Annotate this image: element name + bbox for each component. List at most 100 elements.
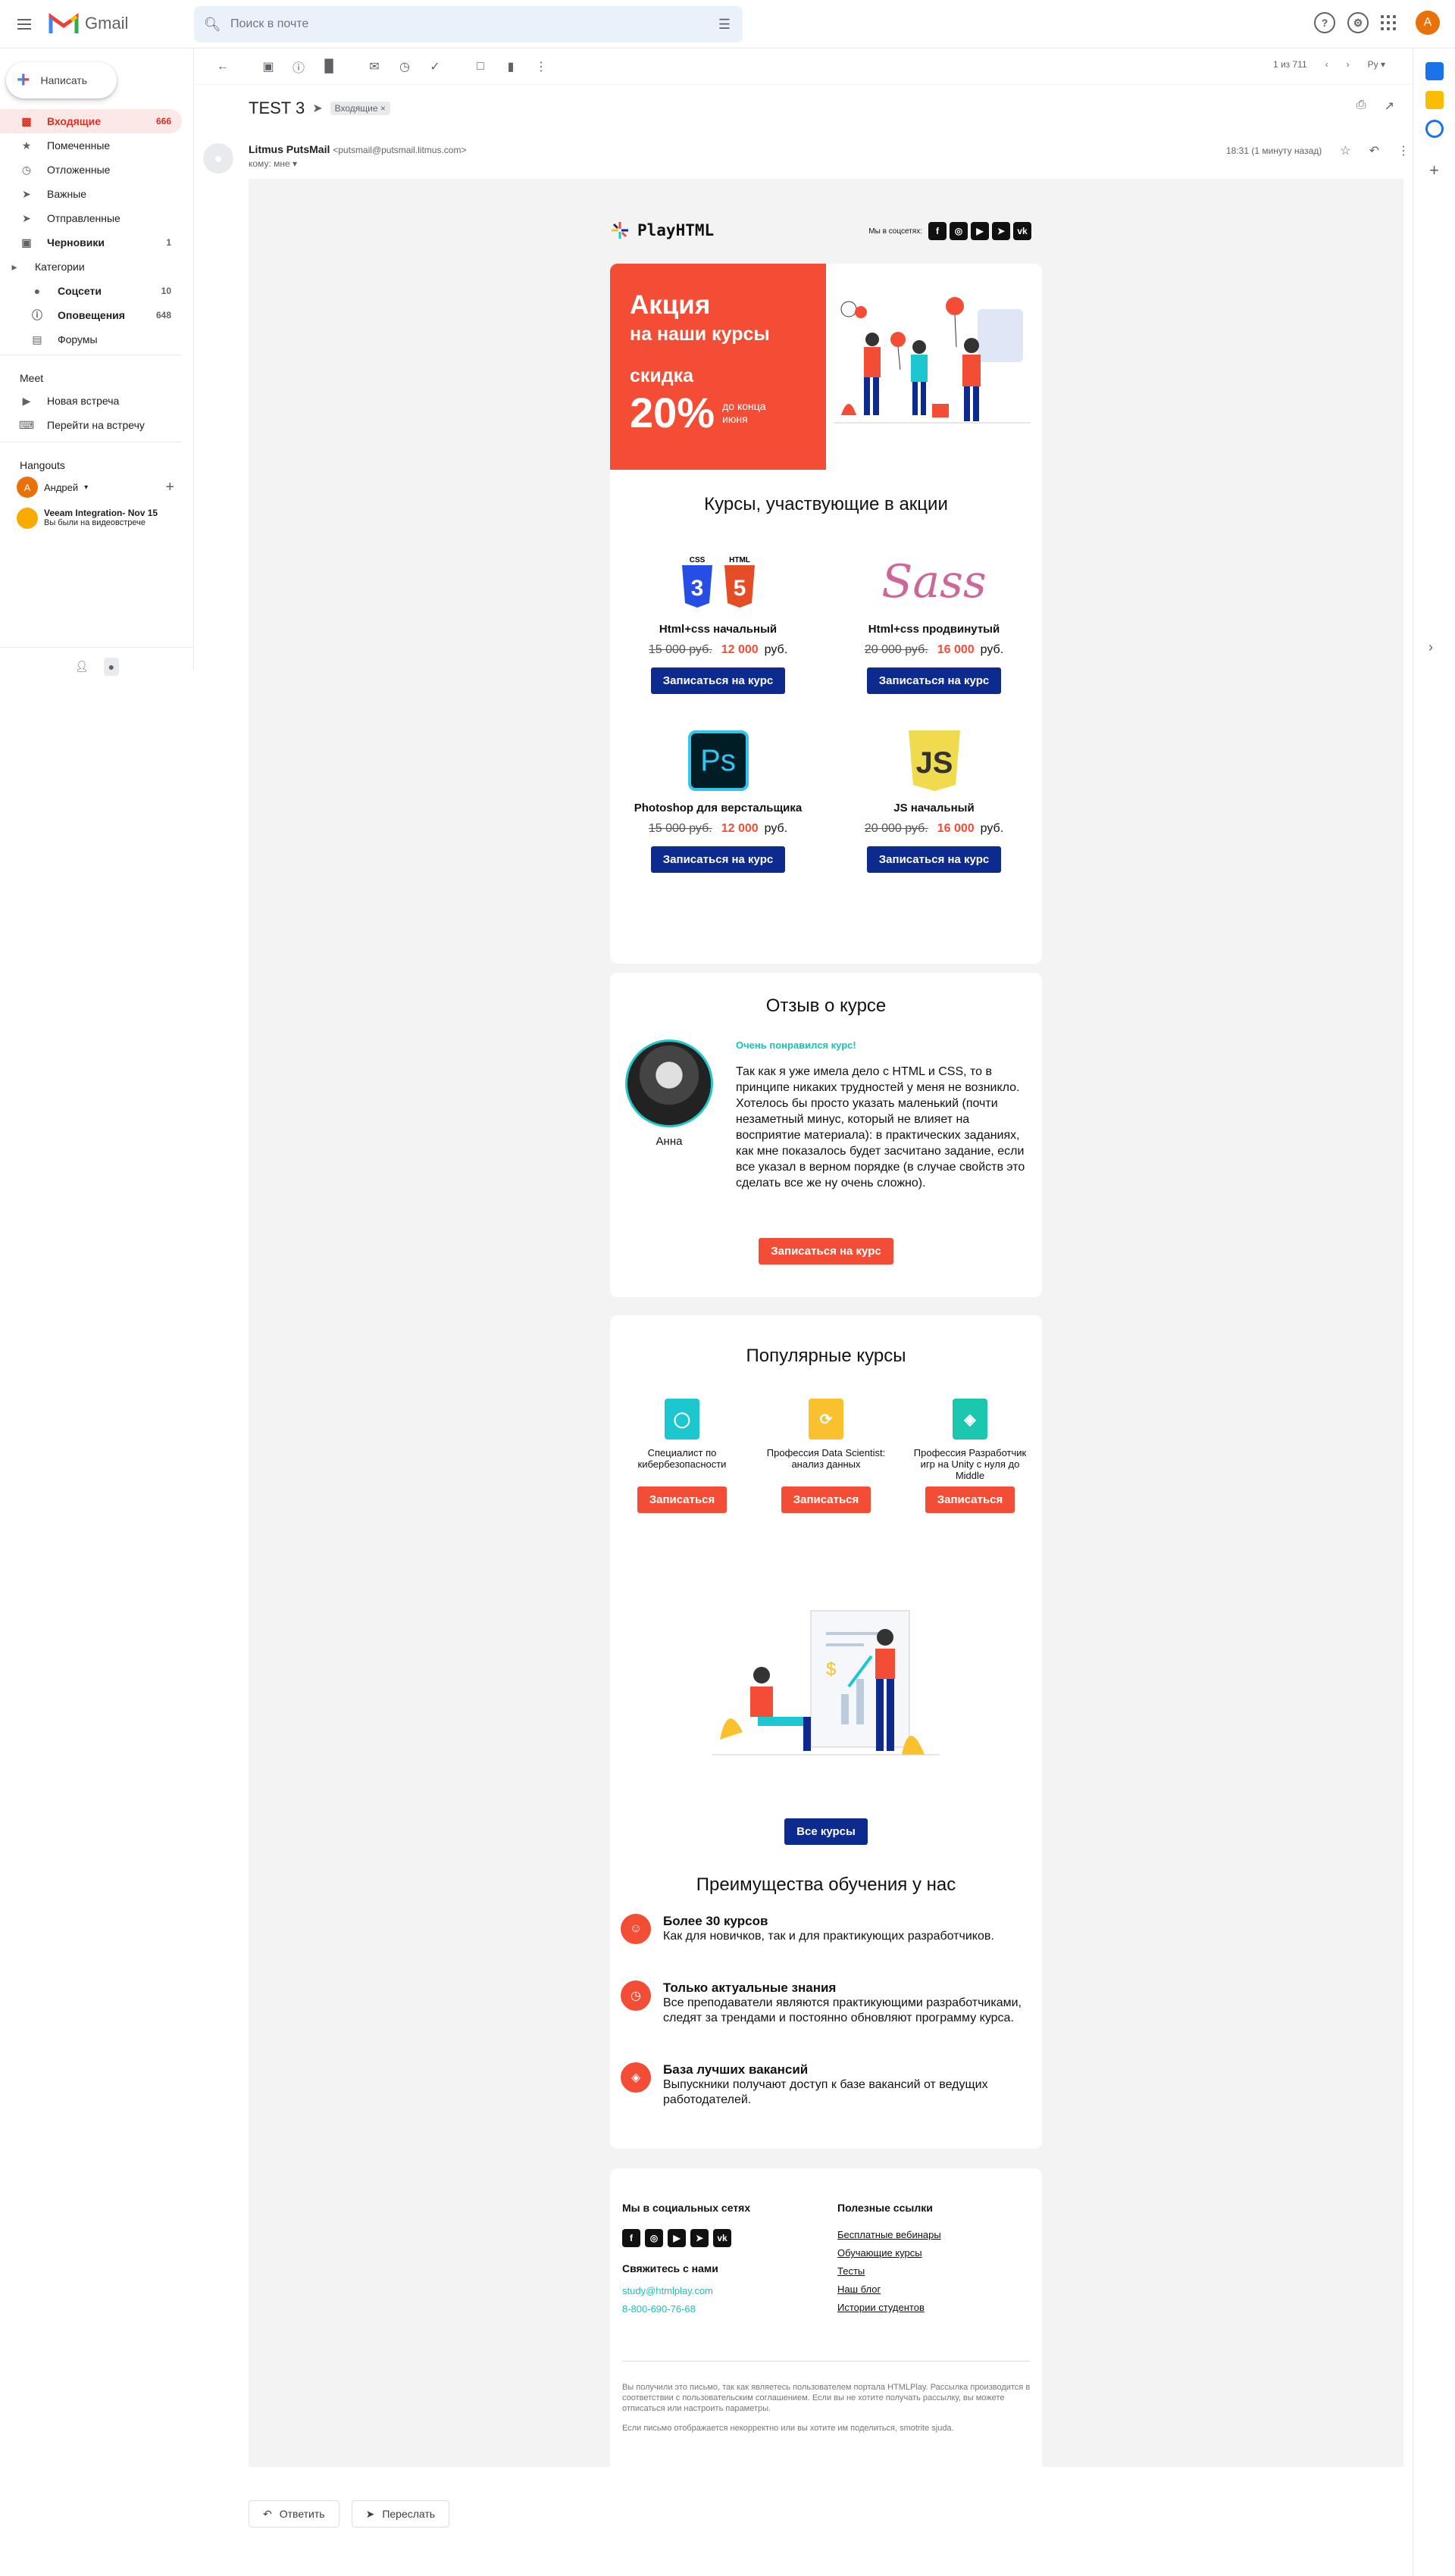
delete-icon[interactable]: █	[314, 52, 344, 82]
open-new-window-icon[interactable]: ↗	[1385, 98, 1394, 114]
footer-link-tests[interactable]: Тесты	[837, 2262, 941, 2281]
footer-link-stories[interactable]: Истории студентов	[837, 2299, 941, 2317]
folder-updates[interactable]: ⓘ Оповещения 648	[0, 303, 182, 327]
enroll-course-button[interactable]: Записаться на курс	[866, 846, 1002, 873]
footer-link-webinars[interactable]: Бесплатные вебинары	[837, 2226, 941, 2244]
keep-icon[interactable]	[1425, 91, 1444, 109]
folder-starred[interactable]: ★ Помеченные	[0, 133, 182, 158]
folder-important[interactable]: ➤ Важные	[0, 182, 182, 206]
popular-enroll-button[interactable]: Записаться	[781, 1487, 871, 1513]
archive-icon[interactable]: ▣	[253, 52, 283, 82]
folder-social[interactable]: ● Соцсети 10	[0, 279, 182, 303]
folder-label: Важные	[47, 188, 87, 200]
review-enroll-button[interactable]: Записаться на курс	[759, 1238, 893, 1265]
compose-button[interactable]: + Написать	[6, 62, 117, 98]
folder-sent[interactable]: ➤ Отправленные	[0, 206, 182, 230]
data-science-icon: ⟳	[809, 1399, 843, 1440]
language-select[interactable]: Ру ▾	[1368, 59, 1385, 70]
apps-grid-icon[interactable]	[1381, 15, 1396, 30]
footer-link-blog[interactable]: Наш блог	[837, 2281, 941, 2299]
calendar-icon[interactable]	[1425, 62, 1444, 80]
review-headline: Очень понравился курс!	[736, 1039, 856, 1051]
help-icon[interactable]: ?	[1314, 12, 1335, 33]
add-task-icon[interactable]: ✓	[420, 52, 450, 82]
reply-icon[interactable]: ↶	[1369, 143, 1379, 158]
report-spam-icon[interactable]: ⓘ	[283, 52, 314, 82]
enroll-course-button[interactable]: Записаться на курс	[866, 667, 1002, 694]
person-icon[interactable]: 👤︎	[75, 660, 89, 673]
mark-unread-icon[interactable]: ✉	[359, 52, 390, 82]
more-vert-icon[interactable]: ⋮	[526, 52, 556, 82]
facebook-icon[interactable]: f	[622, 2229, 640, 2247]
folder-label: Входящие	[47, 115, 101, 127]
folder-drafts[interactable]: ▣ Черновики 1	[0, 230, 182, 255]
account-avatar[interactable]: A	[1416, 11, 1440, 35]
settings-gear-icon[interactable]: ⚙	[1347, 12, 1369, 33]
gmail-logo[interactable]: Gmail	[48, 12, 128, 35]
all-courses-button[interactable]: Все курсы	[784, 1818, 868, 1845]
footer-phone-link[interactable]: 8-800-690-76-68	[622, 2300, 750, 2318]
advantage-item: ☺ Более 30 курсов Как для новичков, так и…	[621, 1914, 1030, 1944]
next-icon[interactable]: ›	[1347, 59, 1350, 70]
telegram-icon[interactable]: ➤	[992, 222, 1010, 240]
print-icon[interactable]: ⎙	[1356, 98, 1366, 114]
hangouts-user[interactable]: A Андрей ▾ +	[0, 476, 182, 499]
forward-button[interactable]: ➤ Переслать	[351, 2500, 450, 2528]
add-chat-icon[interactable]: +	[165, 479, 174, 496]
hangouts-conversation[interactable]: Veeam Integration- Nov 15 Вы были на виде…	[0, 508, 182, 529]
footer-divider	[622, 2361, 1030, 2362]
expand-panel-icon[interactable]: ›	[1428, 639, 1433, 655]
folder-inbox[interactable]: ▩ Входящие 666	[0, 109, 182, 133]
more-vert-icon[interactable]: ⋮	[1397, 143, 1410, 158]
popular-enroll-button[interactable]: Записаться	[637, 1487, 728, 1513]
instagram-icon[interactable]: ◎	[645, 2229, 663, 2247]
tasks-icon[interactable]	[1425, 120, 1444, 138]
hangouts-avatar: A	[17, 477, 38, 498]
folder-list: ▩ Входящие 666 ★ Помеченные ◷ Отложенные ➤ Ва…	[0, 109, 182, 529]
search-input[interactable]	[230, 17, 706, 31]
hangouts-icon[interactable]: ●	[103, 657, 120, 676]
instagram-icon[interactable]: ◎	[950, 222, 968, 240]
search-options-icon[interactable]: ☰	[706, 17, 743, 33]
review-text: Так как я уже имела дело с HTML и CSS, т…	[736, 1065, 1025, 1190]
folder-forums[interactable]: ▤ Форумы	[0, 327, 182, 352]
prev-icon[interactable]: ‹	[1325, 59, 1328, 70]
reply-button[interactable]: ↶ Ответить	[249, 2500, 340, 2528]
search-bar[interactable]: 🔍︎ ☰	[194, 6, 743, 42]
footer-link-courses[interactable]: Обучающие курсы	[837, 2244, 941, 2262]
folder-snoozed[interactable]: ◷ Отложенные	[0, 158, 182, 182]
move-to-icon[interactable]: □	[465, 52, 496, 82]
star-icon[interactable]: ☆	[1340, 143, 1350, 158]
enroll-course-button[interactable]: Записаться на курс	[650, 846, 786, 873]
important-marker-icon[interactable]: ➤	[312, 101, 322, 116]
snooze-icon[interactable]: ◷	[390, 52, 420, 82]
vk-icon[interactable]: vk	[713, 2229, 731, 2247]
hangouts-user-name: Андрей	[44, 481, 79, 493]
facebook-icon[interactable]: f	[928, 222, 947, 240]
vk-icon[interactable]: vk	[1013, 222, 1031, 240]
back-arrow-icon[interactable]: ←	[208, 52, 238, 82]
promo-line3: скидка	[630, 364, 694, 386]
popular-enroll-button[interactable]: Записаться	[925, 1487, 1015, 1513]
sender-name[interactable]: Litmus PutsMail <putsmail@putsmail.litmu…	[249, 143, 467, 155]
inbox-label-chip[interactable]: Входящие ×	[330, 102, 390, 115]
enroll-course-button[interactable]: Записаться на курс	[650, 667, 786, 694]
folder-categories[interactable]: ▸ Категории	[0, 255, 182, 279]
add-addon-icon[interactable]: +	[1425, 161, 1444, 180]
telegram-icon[interactable]: ➤	[690, 2229, 709, 2247]
popular-courses-card: Популярные курсы ◯ Специалист по кибербе…	[610, 1315, 1042, 2149]
recipient[interactable]: кому: мне ▾	[249, 158, 297, 169]
brand-name: PlayHTML	[637, 221, 715, 239]
youtube-icon[interactable]: ▶	[668, 2229, 686, 2247]
brand-logo[interactable]: PlayHTML	[610, 220, 714, 240]
course-name: JS начальный	[893, 802, 975, 814]
meet-new-meeting[interactable]: ▶ Новая встреча	[0, 389, 182, 413]
youtube-icon[interactable]: ▶	[971, 222, 989, 240]
main-menu-icon[interactable]	[11, 11, 38, 38]
meet-join-meeting[interactable]: ⌨ Перейти на встречу	[0, 413, 182, 437]
folder-label: Отправленные	[47, 212, 120, 224]
search-icon[interactable]: 🔍︎	[194, 17, 230, 33]
svg-text:HTML: HTML	[729, 556, 750, 564]
labels-icon[interactable]: ▮	[496, 52, 526, 82]
footer-email-link[interactable]: study@htmlplay.com	[622, 2282, 750, 2300]
